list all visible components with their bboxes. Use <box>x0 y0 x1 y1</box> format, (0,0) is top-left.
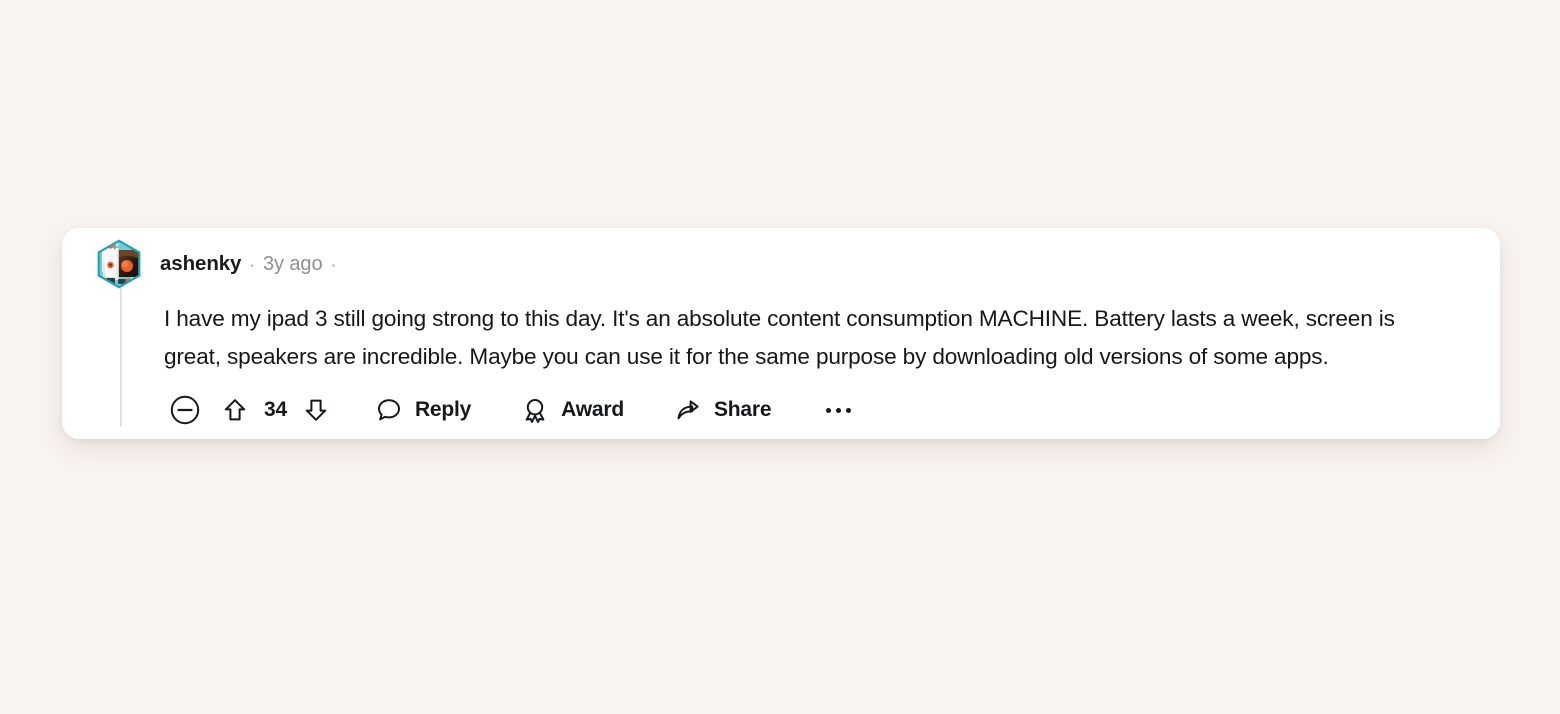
comment-timestamp[interactable]: 3y ago <box>263 253 323 276</box>
collapse-thread-button[interactable] <box>168 393 202 427</box>
hexagon-astronaut-avatar-icon <box>97 239 141 289</box>
page-root: ashenky · 3y ago · I have my ipad 3 stil… <box>0 0 1560 714</box>
comment-header: ashenky · 3y ago · <box>62 239 1500 289</box>
reply-label: Reply <box>414 398 472 421</box>
comment-card: ashenky · 3y ago · I have my ipad 3 stil… <box>62 228 1500 439</box>
reply-button[interactable]: Reply <box>375 396 471 424</box>
upvote-button[interactable] <box>220 395 250 425</box>
ellipsis-dot-1 <box>825 407 831 413</box>
avatar[interactable] <box>94 239 144 289</box>
award-button[interactable]: Award <box>521 396 624 424</box>
upvote-arrow-icon <box>224 399 246 421</box>
downvote-arrow-icon <box>305 399 327 421</box>
share-button[interactable]: Share <box>674 396 772 424</box>
vote-score: 34 <box>264 398 287 421</box>
comment-body-text: I have my ipad 3 still going strong to t… <box>164 306 1395 369</box>
thread-collapse-line[interactable] <box>120 288 122 427</box>
share-label: Share <box>713 398 772 421</box>
share-arrow-icon <box>677 400 699 420</box>
header-separator-1: · <box>249 254 256 274</box>
award-label: Award <box>561 398 624 421</box>
minus-circle-icon <box>170 395 200 425</box>
more-options-button[interactable] <box>821 395 855 425</box>
comment-author[interactable]: ashenky <box>160 252 241 276</box>
vote-group: 34 <box>220 395 331 425</box>
comment-lower: I have my ipad 3 still going strong to t… <box>62 286 1500 439</box>
comment-action-bar: 34 Reply Award Share <box>62 381 1500 439</box>
award-rosette-icon <box>525 399 545 423</box>
ellipsis-dot-3 <box>845 407 851 413</box>
ellipsis-dot-2 <box>835 407 841 413</box>
header-separator-2: · <box>330 254 337 274</box>
comment-bubble-icon <box>377 399 400 421</box>
downvote-button[interactable] <box>301 395 331 425</box>
